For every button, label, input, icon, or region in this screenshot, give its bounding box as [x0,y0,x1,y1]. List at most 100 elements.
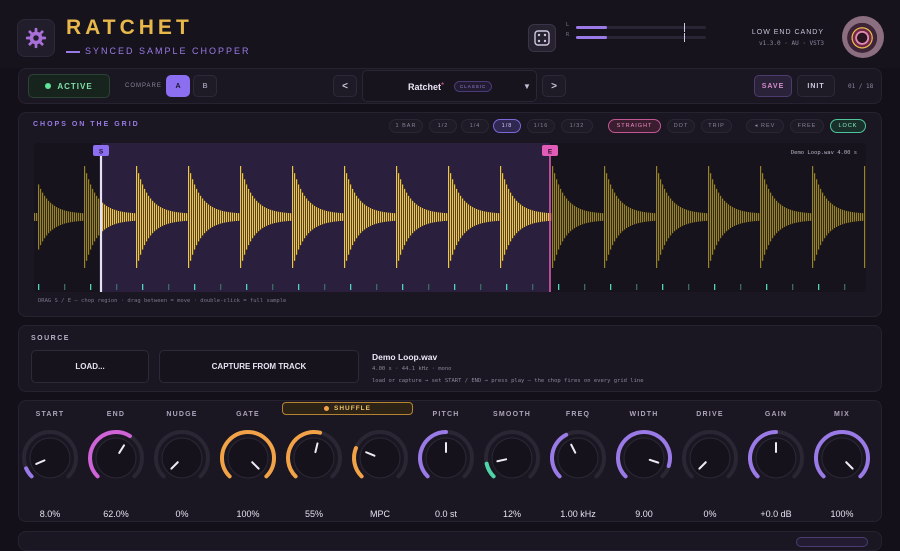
knob-nudge-value: 0% [175,509,189,519]
waveform-bar [712,179,714,255]
knob-freq[interactable] [548,426,608,486]
waveform-bar [864,166,866,268]
preset-selector[interactable]: Ratchet * CLASSIC ▼ [362,70,537,102]
waveform-bar [310,202,312,232]
waveform-bar [294,173,296,261]
waveform-bar [84,166,86,268]
division-1-8[interactable]: 1/8 [493,119,521,133]
knob-gain[interactable] [746,426,806,486]
waveform-bar [278,211,280,223]
active-toggle[interactable]: ACTIVE [28,74,110,98]
waveform-bar [454,184,456,250]
knob-end-value: 62.0% [103,509,129,519]
knob-nudge[interactable] [152,426,212,486]
waveform-bar [152,200,154,234]
waveform-bar [210,205,212,229]
division-1-4[interactable]: 1/4 [461,119,489,133]
waveform-bar [732,207,734,227]
waveform-bar [110,208,112,226]
waveform-bar [724,200,726,234]
waveform-bar [306,198,308,236]
mode-lock[interactable]: LOCK [830,119,866,133]
knob-smooth-arc [484,461,496,479]
knob-start[interactable] [20,426,80,486]
knob-end[interactable] [86,426,146,486]
knob-pitch[interactable] [416,426,476,486]
waveform-bar [622,202,624,232]
grid-tick [688,284,690,290]
waveform-bar [476,209,478,225]
waveform-bar [308,200,310,234]
mode-free[interactable]: FREE [790,119,824,133]
feel-straight[interactable]: STRAIGHT [608,119,661,133]
waveform-bar [806,212,808,222]
feel-dot[interactable]: DOT [667,119,695,133]
waveform-bar [330,211,332,223]
waveform-bar [374,209,376,225]
waveform-bar [832,204,834,230]
compare-b-button[interactable]: B [193,75,217,97]
waveform-bar [264,207,266,227]
waveform-bar [842,209,844,225]
waveform-bar [302,192,304,242]
knob-width-body [623,437,665,479]
waveform-bar [694,211,696,223]
waveform-bar [786,208,788,226]
settings-button[interactable] [17,19,55,57]
waveform-bar [266,208,268,226]
waveform-bar [164,209,166,225]
randomize-button[interactable] [528,24,556,52]
waveform-bar [168,210,170,224]
waveform-view[interactable]: S E Demo Loop.wav 4.00 s [34,143,866,292]
knob-drive[interactable] [680,426,740,486]
knob-start-body [29,437,71,479]
waveform-bar [46,198,48,236]
grid-tick [272,284,274,290]
grid-tick [636,284,638,290]
waveform-bar [272,210,274,224]
load-button[interactable]: LOAD... [31,350,149,383]
prev-preset-button[interactable]: < [333,75,357,97]
start-marker-label: S [99,149,104,156]
waveform-bar [620,200,622,234]
preset-name: Ratchet [408,82,442,92]
waveform-bar [452,179,454,255]
save-button[interactable]: SAVE [754,75,792,97]
footer-button[interactable] [796,537,868,547]
knob-mix[interactable] [812,426,872,486]
knob-smooth[interactable] [482,426,542,486]
init-button[interactable]: INIT [797,75,835,97]
division-1-16[interactable]: 1/16 [527,119,555,133]
knob-gate[interactable] [218,426,278,486]
gear-icon [25,27,47,49]
feel-trip[interactable]: TRIP [701,119,732,133]
capture-button[interactable]: CAPTURE FROM TRACK [159,350,359,383]
waveform-bar [86,173,88,261]
waveform-bar [254,198,256,236]
knob-width[interactable] [614,426,674,486]
waveform-bar [688,210,690,224]
grid-tick [818,284,820,290]
waveform-bar [98,198,100,236]
mode-reverse[interactable]: ◂ REV [746,119,784,133]
waveform-bar [390,212,392,222]
waveform-bar [258,202,260,232]
division-1-bar[interactable]: 1 BAR [389,119,423,133]
division-1-32[interactable]: 1/32 [561,119,593,133]
waveform-bar [538,211,540,223]
compare-a-button[interactable]: A [166,75,190,97]
brand-logo [842,16,884,58]
waveform-bar [660,179,662,255]
waveform-bar [788,209,790,225]
shuffle-toggle[interactable]: SHUFFLE [282,402,413,415]
waveform-bar [544,212,546,222]
waveform-bar [710,173,712,261]
waveform-bar [702,212,704,222]
knob-shuffle[interactable] [284,426,344,486]
knob-feel[interactable] [350,426,410,486]
knob-width-label: WIDTH [629,411,659,418]
division-1-2[interactable]: 1/2 [429,119,457,133]
next-preset-button[interactable]: > [542,75,566,97]
waveform-bar [496,213,498,221]
waveform-bar [96,195,98,239]
